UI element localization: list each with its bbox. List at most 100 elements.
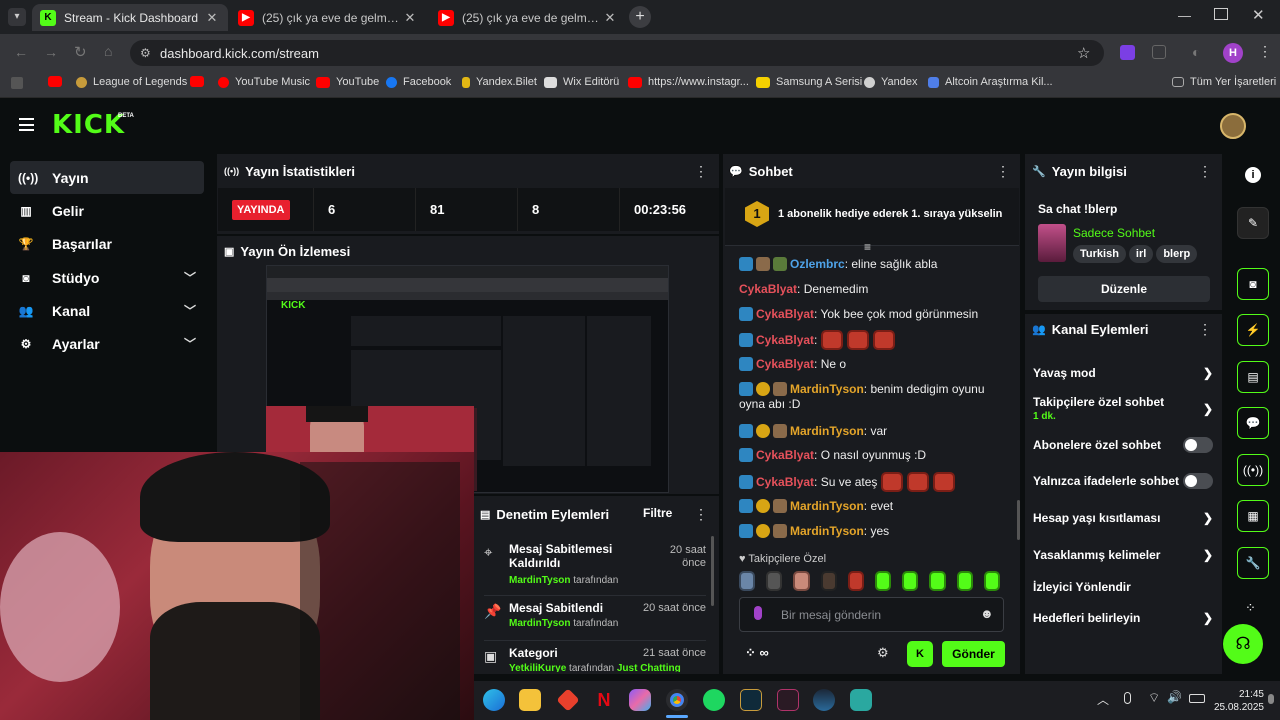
emote-icon[interactable]	[820, 571, 837, 591]
netflix-icon[interactable]: N	[593, 689, 615, 711]
taskbar-clock[interactable]: 21:45 25.08.2025	[1210, 688, 1264, 714]
tray-wifi-icon[interactable]: ⌔	[1148, 690, 1160, 706]
extension-icon[interactable]	[1120, 45, 1135, 60]
extensions-puzzle-icon[interactable]	[1152, 45, 1166, 59]
tab-close-icon[interactable]: ✕	[204, 10, 220, 26]
info-icon[interactable]: i	[1245, 167, 1261, 183]
emote-icon[interactable]	[902, 571, 919, 591]
app-purple-icon[interactable]	[777, 689, 799, 711]
filter-button[interactable]: Filtre	[643, 506, 672, 520]
gift-banner[interactable]: 1 1 abonelik hediye ederek 1. sıraya yük…	[725, 188, 1019, 246]
kick-logo[interactable]: KICK	[52, 112, 125, 138]
slow-mode-action[interactable]: Yavaş mod ❯	[1033, 365, 1213, 381]
file-explorer-icon[interactable]	[519, 689, 541, 711]
layout-icon[interactable]: ▦	[1237, 500, 1269, 532]
sidepanel-icon[interactable]: ◐	[1192, 44, 1200, 60]
banned-words-action[interactable]: Yasaklanmış kelimeler ❯	[1033, 547, 1213, 563]
back-icon[interactable]: ←	[14, 44, 28, 60]
bookmark-youtube[interactable]: YouTube	[316, 76, 379, 88]
spotify-icon[interactable]	[703, 689, 725, 711]
emote-icon[interactable]	[875, 571, 892, 591]
sidebar-item-ayarlar[interactable]: ⚙ Ayarlar ﹀	[10, 327, 204, 360]
bookmark-wix[interactable]: Wix Editörü	[544, 76, 619, 88]
close-window-icon[interactable]: ✕	[1252, 6, 1265, 24]
menu-icon[interactable]: ⋮	[1258, 43, 1272, 60]
sidebar-item-kanal[interactable]: 👥 Kanal ﹀	[10, 294, 204, 327]
all-bookmarks[interactable]: Tüm Yer İşaretleri	[1172, 76, 1276, 88]
send-button[interactable]: Gönder	[942, 641, 1005, 667]
browser-tab-kick[interactable]: K Stream - Kick Dashboard ✕	[32, 4, 228, 31]
mic-icon[interactable]	[754, 606, 762, 620]
chat-input[interactable]: Bir mesaj gönderin ☻	[739, 597, 1004, 632]
category-name[interactable]: Sadece Sohbet	[1073, 226, 1155, 240]
minimize-icon[interactable]: —	[1178, 8, 1192, 23]
tray-mic-icon[interactable]	[1124, 692, 1131, 704]
bookmark-star-icon[interactable]: ☆	[1077, 44, 1090, 62]
maximize-icon[interactable]	[1214, 8, 1228, 20]
chat-scrollbar[interactable]	[1017, 500, 1020, 540]
tab-search-icon[interactable]: ▾	[8, 8, 26, 26]
sidebar-item-yayin[interactable]: ((•)) Yayın	[10, 161, 204, 194]
more-tools-icon[interactable]: ⁘	[1245, 600, 1256, 616]
tab-close-icon[interactable]: ✕	[602, 10, 618, 26]
sidebar-item-studyo[interactable]: ◙ Stüdyo ﹀	[10, 261, 204, 294]
bookmark-facebook[interactable]: Facebook	[386, 76, 451, 88]
user-avatar[interactable]	[1220, 113, 1246, 139]
url-input[interactable]: dashboard.kick.com/stream	[130, 40, 1104, 66]
support-headset-button[interactable]: ☊	[1223, 624, 1263, 664]
bookmark-altcoin[interactable]: Altcoin Araştırma Kil...	[928, 76, 1053, 88]
lightning-icon[interactable]: ⚡	[1237, 314, 1269, 346]
moderation-menu-icon[interactable]: ⋮	[694, 506, 708, 523]
tag-chip[interactable]: blerp	[1156, 245, 1198, 263]
emoji-icon[interactable]: ☻	[980, 606, 994, 621]
notes-icon[interactable]: ▤	[1237, 361, 1269, 393]
notification-icon[interactable]	[1268, 694, 1274, 704]
account-age-action[interactable]: Hesap yaşı kısıtlaması ❯	[1033, 510, 1213, 526]
set-goals-action[interactable]: Hedefleri belirleyin ❯	[1033, 610, 1213, 626]
bookmark-yandex[interactable]: Yandex	[864, 76, 918, 88]
emote-icon[interactable]	[847, 571, 865, 591]
tab-close-icon[interactable]: ✕	[402, 10, 418, 26]
bookmark-ytmusic[interactable]	[190, 76, 210, 87]
hamburger-menu-icon[interactable]	[19, 118, 34, 131]
tray-battery-icon[interactable]	[1189, 694, 1205, 703]
wrench-icon[interactable]: 🔧	[1237, 547, 1269, 579]
emote-icon[interactable]	[793, 571, 810, 591]
edit-stream-button[interactable]: Düzenle	[1038, 276, 1210, 302]
subscribers-only-toggle[interactable]	[1183, 437, 1213, 453]
bookmark-samsung[interactable]: Samsung A Serisi	[756, 76, 862, 88]
new-tab-button[interactable]: +	[629, 6, 651, 28]
reload-icon[interactable]: ↻	[74, 43, 87, 61]
copilot-icon[interactable]	[629, 689, 651, 711]
emote-icon[interactable]	[956, 571, 973, 591]
emote-icon[interactable]	[766, 571, 783, 591]
edit-pencil-icon[interactable]: ✎	[1237, 207, 1269, 239]
sidebar-item-gelir[interactable]: ▥ Gelir	[10, 194, 204, 227]
bookmark-ytmusic-label[interactable]: YouTube Music	[218, 76, 310, 88]
kick-bot-icon[interactable]: K	[907, 641, 933, 667]
apps-icon[interactable]	[11, 77, 23, 89]
sidebar-item-basarilar[interactable]: 🏆 Başarılar	[10, 227, 204, 260]
chrome-icon[interactable]	[666, 689, 688, 711]
points-display[interactable]: ⁘ ∞	[745, 645, 769, 661]
bookmark-instagram[interactable]: https://www.instagr...	[628, 76, 749, 88]
emote-icon[interactable]	[983, 571, 1001, 591]
stream-info-menu-icon[interactable]: ⋮	[1198, 163, 1212, 180]
site-info-icon[interactable]: ⚙	[140, 46, 151, 60]
lol-launcher-icon[interactable]	[740, 689, 762, 711]
home-icon[interactable]: ⌂	[104, 43, 112, 59]
chat-settings-gear-icon[interactable]: ⚙	[877, 645, 889, 661]
chat-menu-icon[interactable]: ⋮	[996, 163, 1010, 180]
bookmark-yandex-bilet[interactable]: Yandex.Bilet	[462, 76, 537, 88]
tag-chip[interactable]: irl	[1128, 245, 1154, 263]
tray-chevron-up-icon[interactable]: ︿	[1097, 691, 1109, 708]
pinned-collapse-icon[interactable]: ≡	[864, 240, 871, 254]
edge-icon[interactable]	[483, 689, 505, 711]
camera-icon[interactable]: ◙	[1237, 268, 1269, 300]
chat-icon[interactable]: 💬	[1237, 407, 1269, 439]
broadcast-icon[interactable]: ((•))	[1237, 454, 1269, 486]
forward-icon[interactable]: →	[44, 44, 58, 60]
obs-like-icon[interactable]	[850, 689, 872, 711]
profile-avatar[interactable]: H	[1223, 43, 1243, 63]
bookmark-lol[interactable]: League of Legends	[76, 76, 187, 88]
